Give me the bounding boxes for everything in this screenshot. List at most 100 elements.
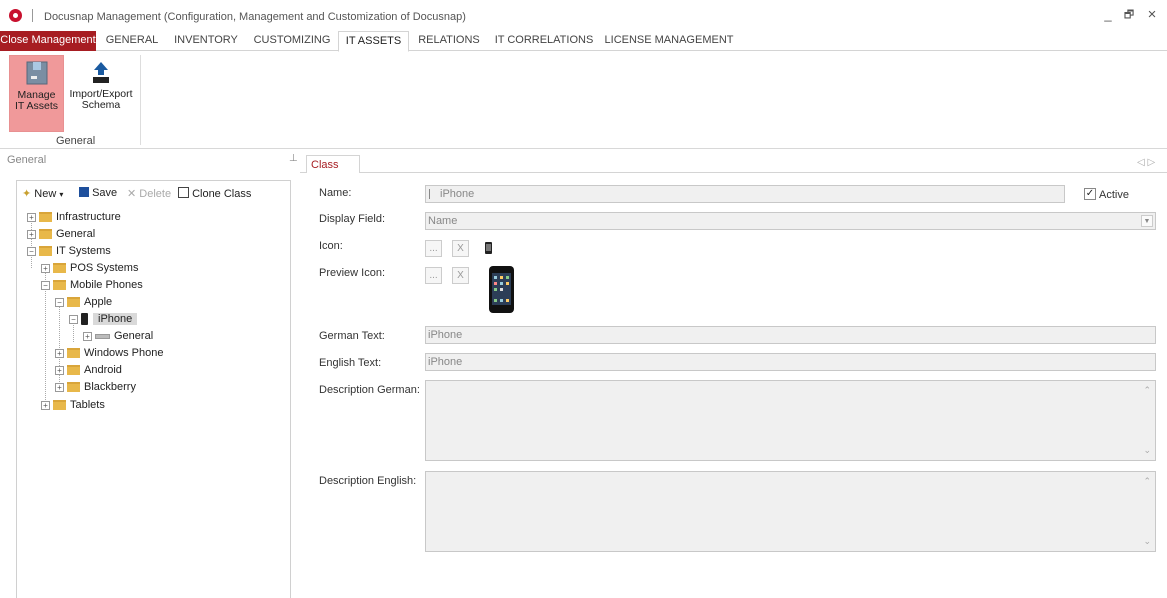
scroll-up-icon[interactable]: ⌃ (1143, 385, 1151, 396)
tree-item[interactable]: − Mobile Phones (41, 277, 143, 293)
docusnap-logo-icon (9, 9, 22, 22)
english-text-label: English Text: (319, 357, 382, 369)
tree-item[interactable]: + Windows Phone (55, 345, 164, 361)
phone-icon (81, 313, 88, 326)
expand-icon[interactable]: + (55, 365, 64, 375)
tab-class[interactable]: Class (306, 155, 360, 173)
class-tree-pane: ✦ New ▾ Save ✕ Delete Clone Class + Infra… (16, 180, 291, 598)
tree-item-label: Android (84, 364, 122, 376)
tree-item-label: General (56, 228, 96, 240)
collapse-icon[interactable]: − (27, 246, 36, 256)
tree-item[interactable]: + Tablets (41, 397, 105, 413)
tree-item-label: iPhone (93, 313, 138, 325)
tree-item-label: IT Systems (56, 245, 111, 257)
save-label: Save (92, 187, 118, 199)
scroll-down-icon[interactable]: ⌄ (1143, 445, 1151, 456)
icon-browse-button[interactable]: ... (425, 240, 442, 257)
tree-item[interactable]: + General (83, 328, 153, 344)
tree-item-label: Windows Phone (84, 347, 164, 359)
folder-icon (67, 382, 80, 393)
expand-icon[interactable]: + (55, 348, 64, 358)
preview-browse-button[interactable]: ... (425, 267, 442, 284)
description-german-label: Description German: (319, 384, 420, 396)
tree-item-iphone[interactable]: − iPhone (69, 311, 138, 327)
tab-it-assets[interactable]: IT ASSETS (338, 31, 409, 52)
tree-item-label: General (114, 330, 154, 342)
tab-it-correlations[interactable]: IT CORRELATIONS (492, 31, 596, 51)
collapse-icon[interactable]: − (55, 297, 64, 307)
app-icon (500, 288, 503, 291)
import-label-line2: Schema (81, 99, 121, 111)
manage-it-assets-icon (26, 61, 47, 85)
tab-customizing[interactable]: CUSTOMIZING (251, 31, 333, 51)
manage-it-assets-button[interactable]: Manage IT Assets (9, 55, 64, 132)
expand-icon[interactable]: + (83, 331, 92, 341)
iphone-small-icon (485, 242, 492, 254)
restore-button[interactable]: 🗗 (1119, 6, 1139, 24)
ribbon-group-label: General (56, 135, 96, 147)
tab-inventory[interactable]: INVENTORY (170, 31, 242, 51)
new-label: New (34, 188, 57, 200)
folder-icon (53, 280, 66, 291)
icon-clear-button[interactable]: X (452, 240, 469, 257)
expand-icon[interactable]: + (27, 229, 36, 239)
tree-item-label: Tablets (70, 399, 105, 411)
save-button[interactable]: Save (79, 187, 117, 199)
tab-relations[interactable]: RELATIONS (414, 31, 484, 51)
expand-icon[interactable]: + (41, 263, 50, 273)
tab-general[interactable]: GENERAL (103, 31, 161, 51)
pin-icon[interactable]: ⊥ (289, 153, 298, 164)
iphone-preview-icon (489, 266, 514, 313)
tab-close-management[interactable]: Close Management (0, 31, 96, 51)
iphone-screen (492, 273, 511, 305)
expand-icon[interactable]: + (27, 212, 36, 222)
title-separator (32, 9, 33, 22)
app-icon (500, 276, 503, 279)
class-tab-underline (300, 172, 1167, 173)
folder-icon (39, 212, 52, 223)
folder-icon (39, 229, 52, 240)
preview-icon-label: Preview Icon: (319, 267, 386, 279)
description-english-textarea[interactable]: ⌃ ⌄ (425, 471, 1156, 552)
active-checkbox[interactable]: ✓ (1084, 188, 1096, 200)
tree-item[interactable]: + POS Systems (41, 260, 138, 276)
display-field-select[interactable]: Name ▼ (425, 212, 1156, 230)
expand-icon[interactable]: + (41, 400, 50, 410)
chevron-down-icon[interactable]: ▼ (1141, 215, 1153, 227)
name-field[interactable]: iPhone (425, 185, 1065, 203)
clone-icon (178, 187, 189, 198)
tree-item[interactable]: − IT Systems (27, 243, 111, 259)
clone-class-button[interactable]: Clone Class (178, 187, 251, 200)
preview-clear-button[interactable]: X (452, 267, 469, 284)
tree-item[interactable]: + Android (55, 362, 122, 378)
new-button[interactable]: ✦ New ▾ (22, 187, 63, 200)
pane-nav-arrows-icon[interactable]: ◁ ▷ (1137, 157, 1155, 168)
dropdown-arrow-icon: ▾ (59, 190, 64, 199)
tree-item[interactable]: + Infrastructure (27, 209, 121, 225)
close-button[interactable]: × (1142, 6, 1162, 24)
english-text-field[interactable]: iPhone (425, 353, 1156, 371)
description-german-textarea[interactable]: ⌃ ⌄ (425, 380, 1156, 461)
tree-item[interactable]: + Blackberry (55, 379, 136, 395)
collapse-icon[interactable]: − (41, 280, 50, 290)
import-export-schema-button[interactable]: Import/Export Schema (68, 55, 134, 132)
scroll-up-icon[interactable]: ⌃ (1143, 476, 1151, 487)
app-icon (506, 276, 509, 279)
general-tab-icon (95, 333, 110, 339)
delete-button[interactable]: ✕ Delete (127, 187, 171, 200)
folder-icon (53, 400, 66, 411)
german-text-field[interactable]: iPhone (425, 326, 1156, 344)
text-cursor (429, 189, 430, 199)
scroll-down-icon[interactable]: ⌄ (1143, 536, 1151, 547)
tree-item[interactable]: + General (27, 226, 95, 242)
dock-icon (494, 299, 497, 302)
tab-license-management[interactable]: LICENSE MANAGEMENT (604, 31, 734, 51)
collapse-icon[interactable]: − (69, 314, 78, 324)
minimize-button[interactable]: _ (1098, 6, 1118, 24)
active-label: Active (1099, 189, 1129, 201)
manage-label-line2: IT Assets (15, 100, 58, 112)
expand-icon[interactable]: + (55, 382, 64, 392)
app-icon (500, 282, 503, 285)
delete-label: Delete (139, 188, 172, 200)
tree-item[interactable]: − Apple (55, 294, 112, 310)
